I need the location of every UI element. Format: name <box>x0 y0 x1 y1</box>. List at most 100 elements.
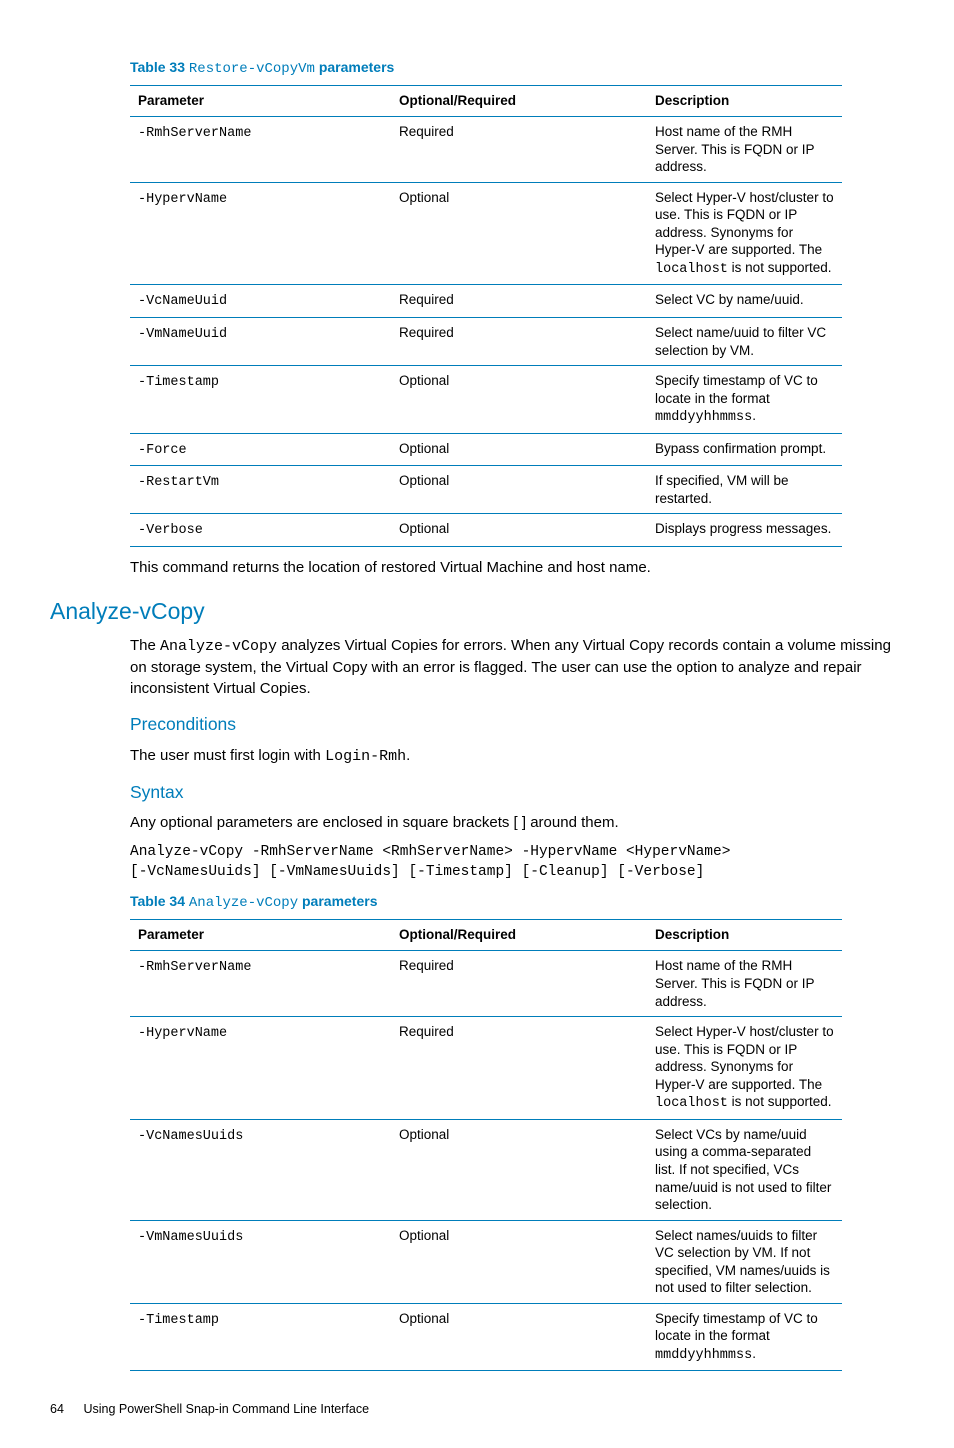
param-code: -Timestamp <box>138 375 219 390</box>
desc-post: is not supported. <box>728 1094 832 1109</box>
param-code: -RmhServerName <box>138 960 251 975</box>
desc-pre: Host name of the RMH Server. This is FQD… <box>655 958 814 1008</box>
desc-pre: Select Hyper-V host/cluster to use. This… <box>655 1024 834 1092</box>
desc-pre: Specify timestamp of VC to locate in the… <box>655 373 818 406</box>
description-cell: Select VCs by name/uuid using a comma-se… <box>647 1119 842 1220</box>
footer-text: Using PowerShell Snap-in Command Line In… <box>83 1402 369 1416</box>
optional-cell: Optional <box>391 182 647 285</box>
param-code: -RestartVm <box>138 475 219 490</box>
desc-code: mmddyyhhmmss <box>655 1348 752 1363</box>
table-34-caption: Table 34 Analyze-vCopy parameters <box>130 892 894 913</box>
param-cell: -RestartVm <box>130 466 391 514</box>
param-cell: -HypervName <box>130 182 391 285</box>
table-33-note: This command returns the location of res… <box>130 557 894 578</box>
optional-cell: Optional <box>391 1220 647 1303</box>
table-row: -VerboseOptional Displays progress messag… <box>130 514 842 547</box>
param-cell: -RmhServerName <box>130 117 391 183</box>
optional-cell: Optional <box>391 433 647 466</box>
desc-pre: Displays progress messages. <box>655 521 831 536</box>
desc-pre: Host name of the RMH Server. This is FQD… <box>655 124 814 174</box>
desc-pre: Select VCs by name/uuid using a comma-se… <box>655 1127 831 1212</box>
param-cell: -Timestamp <box>130 366 391 434</box>
param-cell: -HypervName <box>130 1017 391 1120</box>
section-intro: The Analyze-vCopy analyzes Virtual Copie… <box>130 635 894 699</box>
param-code: -Timestamp <box>138 1313 219 1328</box>
page-number: 64 <box>50 1401 80 1418</box>
table-33-header-parameter: Parameter <box>130 85 391 116</box>
param-code: -RmhServerName <box>138 126 251 141</box>
table-row: -HypervName OptionalSelect Hyper-V host/c… <box>130 182 842 285</box>
optional-cell: Required <box>391 318 647 366</box>
precond-post: . <box>406 747 410 764</box>
table-row: -RmhServerName RequiredHost name of the R… <box>130 951 842 1017</box>
syntax-note: Any optional parameters are enclosed in … <box>130 812 894 833</box>
desc-pre: If specified, VM will be restarted. <box>655 473 789 506</box>
syntax-heading: Syntax <box>130 781 894 805</box>
desc-post: . <box>752 408 756 423</box>
param-cell: -RmhServerName <box>130 951 391 1017</box>
param-code: -VcNameUuid <box>138 294 227 309</box>
param-cell: -Timestamp <box>130 1303 391 1371</box>
description-cell: Select names/uuids to filter VC selectio… <box>647 1220 842 1303</box>
optional-cell: Required <box>391 117 647 183</box>
table-33-caption: Table 33 Restore-vCopyVm parameters <box>130 58 894 79</box>
description-cell: Displays progress messages. <box>647 514 842 547</box>
table-34: Parameter Optional/Required Description … <box>130 919 842 1371</box>
table-34-command: Analyze-vCopy <box>189 895 298 911</box>
precond-code: Login-Rmh <box>325 748 406 765</box>
description-cell: Select VC by name/uuid. <box>647 285 842 318</box>
table-34-params-label: parameters <box>302 893 378 909</box>
table-row: -RestartVm OptionalIf specified, VM will … <box>130 466 842 514</box>
param-cell: -VcNamesUuids <box>130 1119 391 1220</box>
optional-cell: Optional <box>391 514 647 547</box>
optional-cell: Optional <box>391 366 647 434</box>
table-row: -HypervNameRequiredSelect Hyper-V host/c… <box>130 1017 842 1120</box>
table-row: -VmNameUuidRequiredSelect name/uuid to f… <box>130 318 842 366</box>
desc-pre: Specify timestamp of VC to locate in the… <box>655 1311 818 1344</box>
desc-pre: Select Hyper-V host/cluster to use. This… <box>655 190 834 258</box>
optional-cell: Required <box>391 951 647 1017</box>
desc-pre: Select name/uuid to filter VC selection … <box>655 325 826 358</box>
preconditions-text: The user must first login with Login-Rmh… <box>130 745 894 767</box>
table-34-number: Table 34 <box>130 893 185 909</box>
intro-code: Analyze-vCopy <box>160 638 277 655</box>
param-code: -HypervName <box>138 1026 227 1041</box>
param-cell: -VmNameUuid <box>130 318 391 366</box>
intro-pre: The <box>130 637 160 654</box>
table-row: -VmNamesUuidsOptionalSelect names/uuids … <box>130 1220 842 1303</box>
param-cell: -Verbose <box>130 514 391 547</box>
description-cell: Specify timestamp of VC to locate in the… <box>647 1303 842 1371</box>
desc-pre: Bypass confirmation prompt. <box>655 441 826 456</box>
param-code: -HypervName <box>138 192 227 207</box>
description-cell: Bypass confirmation prompt. <box>647 433 842 466</box>
table-33-header-description: Description <box>647 85 842 116</box>
optional-cell: Optional <box>391 1303 647 1371</box>
description-cell: Select name/uuid to filter VC selection … <box>647 318 842 366</box>
table-34-header-optional: Optional/Required <box>391 920 647 951</box>
description-cell: Select Hyper-V host/cluster to use. This… <box>647 182 842 285</box>
description-cell: Host name of the RMH Server. This is FQD… <box>647 117 842 183</box>
table-34-header-parameter: Parameter <box>130 920 391 951</box>
table-row: -VcNamesUuidsOptionalSelect VCs by name/… <box>130 1119 842 1220</box>
desc-pre: Select names/uuids to filter VC selectio… <box>655 1228 830 1296</box>
param-cell: -VcNameUuid <box>130 285 391 318</box>
param-code: -Force <box>138 443 187 458</box>
preconditions-heading: Preconditions <box>130 713 894 737</box>
table-33: Parameter Optional/Required Description … <box>130 85 842 547</box>
precond-pre: The user must first login with <box>130 747 325 764</box>
description-cell: Select Hyper-V host/cluster to use. This… <box>647 1017 842 1120</box>
desc-post: . <box>752 1346 756 1361</box>
table-33-params-label: parameters <box>319 59 395 75</box>
description-cell: If specified, VM will be restarted. <box>647 466 842 514</box>
table-33-number: Table 33 <box>130 59 185 75</box>
table-row: -RmhServerName RequiredHost name of the R… <box>130 117 842 183</box>
optional-cell: Optional <box>391 1119 647 1220</box>
description-cell: Specify timestamp of VC to locate in the… <box>647 366 842 434</box>
desc-code: mmddyyhhmmss <box>655 410 752 425</box>
table-row: -Force Optional Bypass confirmation prompt… <box>130 433 842 466</box>
table-row: -Timestamp OptionalSpecify timestamp of V… <box>130 366 842 434</box>
description-cell: Host name of the RMH Server. This is FQD… <box>647 951 842 1017</box>
table-33-header-optional: Optional/Required <box>391 85 647 116</box>
optional-cell: Optional <box>391 466 647 514</box>
page-footer: 64 Using PowerShell Snap-in Command Line… <box>50 1401 894 1418</box>
